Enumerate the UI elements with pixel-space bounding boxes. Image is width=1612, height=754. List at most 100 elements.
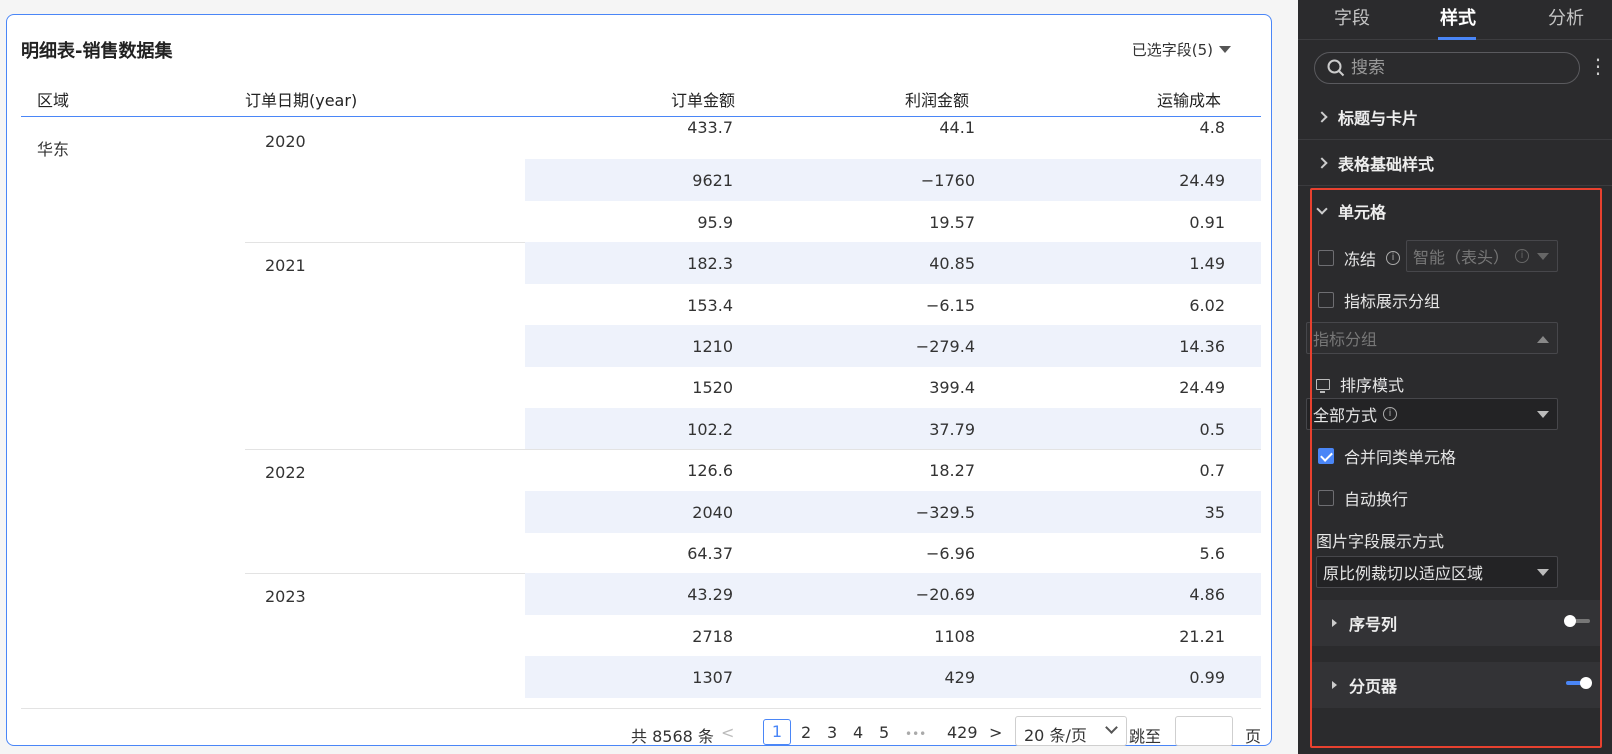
year-cell: 2021: [265, 256, 306, 276]
year-cell: 2022: [265, 463, 306, 483]
page-suffix: 页: [1245, 727, 1262, 746]
jump-label: 跳至: [1129, 727, 1162, 746]
column-header-order-date[interactable]: 订单日期(year): [245, 87, 357, 111]
search-input[interactable]: [1351, 58, 1561, 78]
shipping-cost-cell: 6.02: [1189, 295, 1225, 315]
order-amount-cell: 2040: [692, 502, 733, 522]
profit-cell: 44.1: [939, 118, 975, 137]
page-last-button[interactable]: 429: [947, 723, 978, 742]
column-header-order-amount[interactable]: 订单金额: [671, 87, 735, 111]
paginator-toggle[interactable]: [1566, 677, 1592, 689]
order-amount-cell: 102.2: [687, 419, 733, 439]
page-size-value: 20 条/页: [1024, 726, 1087, 745]
metric-group-checkbox[interactable]: [1318, 292, 1334, 308]
merge-cells-label: 合并同类单元格: [1344, 448, 1457, 467]
caret-down-icon: [1537, 569, 1549, 576]
sort-mode-option: 排序模式: [1316, 372, 1404, 396]
table-row: 1520 399.4 24.49: [525, 366, 1261, 408]
page-3-button[interactable]: 3: [827, 723, 837, 742]
freeze-option: 冻结 i: [1318, 246, 1401, 270]
order-amount-cell: 64.37: [687, 544, 733, 563]
page-size-select[interactable]: 20 条/页: [1015, 716, 1127, 746]
shipping-cost-cell: 0.7: [1199, 461, 1225, 481]
column-header-shipping-cost[interactable]: 运输成本: [1157, 87, 1221, 111]
shipping-cost-cell: 24.49: [1179, 378, 1225, 398]
prev-page-button[interactable]: <: [721, 723, 734, 742]
freeze-checkbox[interactable]: [1318, 250, 1334, 266]
chevron-down-icon: [1316, 203, 1328, 215]
page-4-button[interactable]: 4: [853, 723, 863, 742]
shipping-cost-cell: 24.49: [1179, 171, 1225, 191]
freeze-select[interactable]: 智能（表头） i: [1406, 240, 1558, 272]
order-amount-cell: 95.9: [697, 212, 733, 232]
selected-fields-dropdown[interactable]: 已选字段(5): [1132, 39, 1231, 60]
order-amount-cell: 1210: [692, 337, 733, 356]
page-5-button[interactable]: 5: [879, 723, 889, 742]
profit-cell: 429: [944, 668, 975, 688]
page-1-button[interactable]: 1: [763, 719, 791, 745]
freeze-label: 冻结: [1344, 250, 1377, 269]
shipping-cost-cell: 4.86: [1189, 585, 1225, 605]
column-header-profit[interactable]: 利润金额: [905, 87, 969, 111]
caret-down-icon: [1537, 253, 1549, 260]
more-options-icon[interactable]: ⋮: [1588, 56, 1608, 76]
shipping-cost-cell: 14.36: [1179, 337, 1225, 356]
profit-cell: 399.4: [929, 378, 975, 398]
image-display-label: 图片字段展示方式: [1316, 532, 1445, 551]
tab-analysis[interactable]: 分析: [1548, 4, 1584, 30]
table-row: 433.7 44.1 4.8: [525, 118, 1261, 160]
panel-tabs: 字段 样式 分析: [1298, 0, 1612, 40]
pagination: 共 8568 条 < 1 2 3 4 5 ••• 429 > 20 条/页 跳至…: [7, 715, 1273, 746]
shipping-cost-cell: 35: [1204, 502, 1225, 522]
shipping-cost-cell: 0.91: [1189, 212, 1225, 232]
section-cell[interactable]: 单元格: [1298, 188, 1612, 234]
page-2-button[interactable]: 2: [801, 723, 811, 742]
search-icon: [1327, 59, 1345, 77]
column-header-region[interactable]: 区域: [37, 87, 69, 111]
serial-column-section[interactable]: 序号列: [1312, 600, 1602, 646]
table-row: 102.2 37.79 0.5: [525, 407, 1261, 450]
order-amount-cell: 182.3: [687, 254, 733, 274]
auto-wrap-label: 自动换行: [1344, 490, 1409, 509]
tab-style[interactable]: 样式: [1440, 4, 1476, 30]
profit-cell: −329.5: [915, 502, 975, 522]
info-icon[interactable]: i: [1386, 251, 1401, 265]
settings-panel: 字段 样式 分析 ⋮ 标题与卡片 表格基础样式 单元格 冻结 i 智能（表头） …: [1298, 0, 1612, 754]
shipping-cost-cell: 0.99: [1189, 668, 1225, 688]
shipping-cost-cell: 0.5: [1199, 419, 1225, 439]
chevron-down-icon: [1105, 721, 1118, 734]
caret-up-icon: [1537, 336, 1549, 343]
sort-mode-select[interactable]: 全部方式 i: [1306, 398, 1558, 430]
table-card: 明细表-销售数据集 已选字段(5) 区域 订单日期(year) 订单金额 利润金…: [6, 14, 1272, 746]
table-row: 1210 −279.4 14.36: [525, 325, 1261, 367]
tab-fields[interactable]: 字段: [1334, 4, 1370, 30]
section-title-card[interactable]: 标题与卡片: [1298, 94, 1612, 140]
section-cell-label: 单元格: [1338, 203, 1387, 222]
jump-page-input[interactable]: [1175, 716, 1233, 746]
year-cell: 2023: [265, 587, 306, 607]
chevron-right-icon: [1316, 156, 1328, 169]
table-row: 1307 429 0.99: [525, 656, 1261, 699]
more-pages-button[interactable]: •••: [905, 727, 926, 741]
table-row: 126.6 18.27 0.7: [525, 449, 1261, 491]
profit-cell: −279.4: [915, 337, 975, 356]
section-title-card-label: 标题与卡片: [1338, 108, 1419, 128]
paginator-section[interactable]: 分页器: [1312, 662, 1602, 708]
metric-group-select[interactable]: 指标分组: [1306, 322, 1558, 354]
table-row: 43.29 −20.69 4.86: [525, 573, 1261, 616]
profit-cell: −1760: [920, 171, 975, 191]
search-box[interactable]: [1314, 52, 1580, 84]
serial-column-toggle[interactable]: [1564, 615, 1590, 627]
image-display-select[interactable]: 原比例裁切以适应区域: [1316, 556, 1558, 588]
auto-wrap-checkbox[interactable]: [1318, 490, 1334, 506]
table-row: 2040 −329.5 35: [525, 490, 1261, 533]
merge-cells-checkbox[interactable]: [1318, 448, 1334, 464]
next-page-button[interactable]: >: [989, 723, 1002, 742]
table-header: 区域 订单日期(year) 订单金额 利润金额 运输成本: [21, 75, 1261, 117]
section-table-basic-label: 表格基础样式: [1338, 154, 1435, 174]
section-table-basic[interactable]: 表格基础样式: [1298, 140, 1612, 186]
profit-cell: 40.85: [929, 254, 975, 274]
order-amount-cell: 43.29: [687, 585, 733, 605]
metric-group-placeholder: 指标分组: [1313, 330, 1378, 349]
auto-wrap-option: 自动换行: [1318, 486, 1408, 510]
